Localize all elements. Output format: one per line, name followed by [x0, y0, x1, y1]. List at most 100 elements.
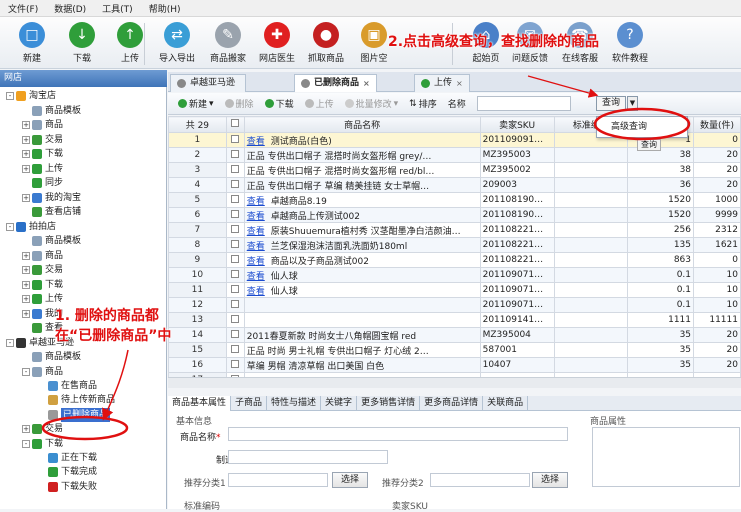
expander-icon[interactable]: + — [22, 194, 30, 202]
tree-item[interactable]: 正在下载 — [38, 451, 97, 465]
expander-icon[interactable]: - — [6, 339, 14, 347]
table-row[interactable]: 11 查看 仙人球 201109071… 0.1 10 — [168, 282, 741, 298]
table-row[interactable]: 15 正品 时尚 男士礼帽 专供出口帽子 灯心绒 2… 587001 35 20 — [168, 342, 741, 358]
expander-icon[interactable]: + — [22, 252, 30, 260]
table-row[interactable]: 4 正品 专供出口帽子 草编 精美挂链 女士草帽… 209003 36 20 — [168, 177, 741, 193]
table-row[interactable]: 5 查看 卓越商品8.19 201108190… 1520 1000 — [168, 192, 741, 208]
row-checkbox[interactable] — [225, 237, 245, 253]
expander-icon[interactable]: + — [22, 281, 30, 289]
view-link[interactable]: 查看 — [247, 137, 265, 147]
tree-item[interactable]: 商品模板 — [22, 350, 81, 364]
cat1-input[interactable] — [228, 473, 328, 487]
row-checkbox[interactable] — [225, 177, 245, 193]
toolbar-new-file-button[interactable]: □ 新建 — [8, 20, 56, 64]
expander-icon[interactable]: - — [22, 368, 30, 376]
table-row[interactable]: 10 查看 仙人球 201109071… 0.1 10 — [168, 267, 741, 283]
tree-item[interactable]: + 交易 — [22, 263, 63, 277]
table-row[interactable]: 8 查看 兰芝保湿泡沫洁面乳洗面奶180ml 201108221… 135 1621 — [168, 237, 741, 253]
expander-icon[interactable]: + — [22, 295, 30, 303]
row-checkbox[interactable] — [225, 192, 245, 208]
row-checkbox[interactable] — [225, 327, 245, 343]
tree-item[interactable]: 同步 — [22, 176, 63, 190]
table-row[interactable]: 3 正品 专供出口帽子 混搭时尚女盔形帽 red/bl… MZ395002 38 20 — [168, 162, 741, 178]
tree-item[interactable]: 商品模板 — [22, 234, 81, 248]
col-header-sku[interactable]: 卖家SKU — [479, 116, 555, 133]
choose-cat2-button[interactable]: 选择 — [532, 472, 568, 488]
toolbar-red-cross-button[interactable]: ✚ 网店医生 — [253, 20, 301, 64]
attr-panel[interactable] — [592, 427, 740, 487]
toolbar-import-export-button[interactable]: ⇄ 导入导出 — [153, 20, 201, 64]
tree-item[interactable]: - 淘宝店 — [6, 89, 56, 103]
table-row[interactable]: 16 草编 男帽 清凉草帽 出口美国 白色 10407 35 20 — [168, 357, 741, 373]
tree-item[interactable]: 在售商品 — [38, 379, 97, 393]
expander-icon[interactable]: + — [22, 310, 30, 318]
tab-1[interactable]: 已删除商品 × — [294, 74, 377, 92]
close-icon[interactable]: × — [363, 75, 370, 92]
product-name-input[interactable] — [228, 427, 568, 441]
horizontal-scrollbar[interactable] — [168, 377, 741, 388]
batch-edit-button[interactable]: 批量修改 ▾ — [341, 97, 403, 110]
expander-icon[interactable]: + — [22, 425, 30, 433]
expander-icon[interactable]: - — [6, 223, 14, 231]
menu-file[interactable]: 文件(F) — [0, 2, 46, 15]
detail-tab-6[interactable]: 关联商品 — [483, 396, 529, 411]
detail-tab-2[interactable]: 特性与描述 — [267, 396, 322, 411]
tab-0[interactable]: 卓越亚马逊 — [170, 74, 247, 92]
table-row[interactable]: 13 201109141… 1111 11111 — [168, 312, 741, 328]
tree-item[interactable]: - 拍拍店 — [6, 220, 56, 234]
row-checkbox[interactable] — [225, 342, 245, 358]
new-button[interactable]: 新建 ▾ — [174, 97, 218, 110]
select-all-checkbox[interactable] — [225, 116, 245, 133]
expander-icon[interactable]: - — [6, 92, 14, 100]
row-checkbox[interactable] — [225, 132, 245, 148]
col-header-qty[interactable]: 数量(件) — [693, 116, 741, 133]
tree-item[interactable]: 商品模板 — [22, 104, 81, 118]
row-checkbox[interactable] — [225, 222, 245, 238]
menu-tools[interactable]: 工具(T) — [94, 2, 141, 15]
delete-button[interactable]: 删除 — [221, 97, 258, 110]
row-checkbox[interactable] — [225, 267, 245, 283]
download-button[interactable]: 下载 — [261, 97, 298, 110]
chevron-down-icon[interactable]: ▼ — [627, 96, 638, 111]
detail-tab-4[interactable]: 更多销售详情 — [357, 396, 421, 411]
expander-icon[interactable]: + — [22, 136, 30, 144]
upload-button[interactable]: 上传 — [301, 97, 338, 110]
close-icon[interactable]: × — [456, 75, 463, 92]
tree-item[interactable]: + 商品 — [22, 249, 63, 263]
tree-item[interactable]: + 下载 — [22, 278, 63, 292]
col-header-name[interactable]: 商品名称 — [243, 116, 481, 133]
toolbar-download-button[interactable]: ↓ 下载 — [58, 20, 106, 64]
table-row[interactable]: 12 201109071… 0.1 10 — [168, 297, 741, 313]
view-link[interactable]: 查看 — [247, 287, 265, 297]
maker-input[interactable] — [228, 450, 388, 464]
expander-icon[interactable]: - — [22, 440, 30, 448]
menu-help[interactable]: 帮助(H) — [141, 2, 189, 15]
tree-item[interactable]: + 交易 — [22, 422, 63, 436]
table-row[interactable]: 6 查看 卓越商品上传测试002 201108190… 1520 9999 — [168, 207, 741, 223]
row-checkbox[interactable] — [225, 147, 245, 163]
expander-icon[interactable]: + — [22, 150, 30, 158]
table-row[interactable]: 9 查看 商品以及子商品测试002 201108221… 863 0 — [168, 252, 741, 268]
expander-icon[interactable]: + — [22, 165, 30, 173]
tree-item[interactable]: + 上传 — [22, 292, 63, 306]
view-link[interactable]: 查看 — [247, 242, 265, 252]
choose-cat1-button[interactable]: 选择 — [332, 472, 368, 488]
view-link[interactable]: 查看 — [247, 227, 265, 237]
tree-item[interactable]: 待上传新商品 — [38, 393, 115, 407]
row-checkbox[interactable] — [225, 357, 245, 373]
row-checkbox[interactable] — [225, 252, 245, 268]
cat2-input[interactable] — [430, 473, 530, 487]
tree-item[interactable]: + 上传 — [22, 162, 63, 176]
toolbar-spiderman-button[interactable]: ● 抓取商品 — [302, 20, 350, 64]
expander-icon[interactable]: + — [22, 266, 30, 274]
detail-tab-5[interactable]: 更多商品详情 — [420, 396, 484, 411]
detail-tab-1[interactable]: 子商品 — [231, 396, 268, 411]
row-checkbox[interactable] — [225, 207, 245, 223]
view-link[interactable]: 查看 — [247, 212, 265, 222]
row-checkbox[interactable] — [225, 282, 245, 298]
table-row[interactable]: 7 查看 原装Shuuemura植村秀 汉茎酣墨净白洁颜油… 201108221… 25… — [168, 222, 741, 238]
toolbar-move-goods-button[interactable]: ✎ 商品搬家 — [204, 20, 252, 64]
view-link[interactable]: 查看 — [247, 257, 265, 267]
detail-tab-0[interactable]: 商品基本属性 — [168, 396, 232, 411]
table-row[interactable]: 14 2011春夏新款 时尚女士八角帽圆宝帽 red MZ395004 35 20 — [168, 327, 741, 343]
